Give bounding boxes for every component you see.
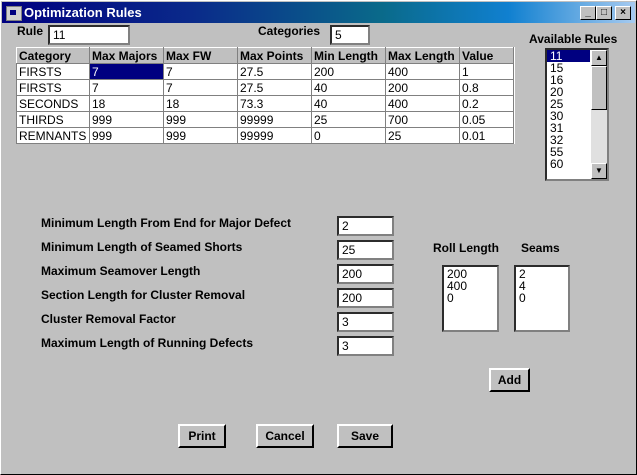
grid-column-header: Max FW: [163, 47, 238, 64]
setting-input[interactable]: 3: [337, 312, 394, 332]
grid-cell[interactable]: 99999: [237, 111, 312, 128]
setting-label: Maximum Length of Running Defects: [41, 336, 254, 350]
categories-label: Categories: [258, 24, 321, 38]
grid-column-header: Category: [16, 47, 90, 64]
grid-cell[interactable]: 99999: [237, 127, 312, 144]
grid-column-header: Value: [459, 47, 514, 64]
optimization-rules-window: Optimization Rules _ □ × Rule 11 Categor…: [0, 0, 637, 475]
grid-cell[interactable]: 27.5: [237, 63, 312, 80]
grid-cell[interactable]: 73.3: [237, 95, 312, 112]
grid-cell[interactable]: 25: [311, 111, 386, 128]
available-rules-list[interactable]: 11 15 16 20 25 30 31 32 55 60 ▲ ▼: [545, 48, 609, 181]
setting-input[interactable]: 200: [337, 288, 394, 308]
grid-cell[interactable]: THIRDS: [16, 111, 90, 128]
categories-input[interactable]: 5: [330, 25, 370, 45]
grid-cell[interactable]: 7: [163, 79, 238, 96]
grid-cell[interactable]: 0: [311, 127, 386, 144]
grid-cell[interactable]: 0.05: [459, 111, 514, 128]
maximize-button[interactable]: □: [596, 6, 612, 20]
seams-list[interactable]: 240: [514, 265, 570, 332]
app-icon[interactable]: [6, 6, 22, 21]
scroll-down-icon[interactable]: ▼: [591, 163, 607, 179]
setting-label: Maximum Seamover Length: [41, 264, 201, 278]
grid-cell[interactable]: 40: [311, 95, 386, 112]
title-bar[interactable]: Optimization Rules _ □ ×: [2, 2, 635, 23]
grid-cell[interactable]: 7: [89, 63, 164, 80]
add-button[interactable]: Add: [489, 368, 530, 392]
grid-cell[interactable]: 18: [163, 95, 238, 112]
available-rules-label: Available Rules: [529, 32, 618, 46]
setting-label: Minimum Length From End for Major Defect: [41, 216, 292, 230]
grid-column-header: Min Length: [311, 47, 386, 64]
seams-list-item[interactable]: 0: [516, 292, 568, 304]
grid-cell[interactable]: 0.2: [459, 95, 514, 112]
grid-cell[interactable]: 400: [385, 63, 460, 80]
scroll-up-icon[interactable]: ▲: [591, 50, 607, 66]
grid-column-header: Max Points: [237, 47, 312, 64]
rule-input[interactable]: 11: [48, 25, 130, 45]
setting-input[interactable]: 200: [337, 264, 394, 284]
grid-column-header: Max Length: [385, 47, 460, 64]
grid-cell[interactable]: 999: [89, 111, 164, 128]
grid-cell[interactable]: 999: [163, 127, 238, 144]
setting-input[interactable]: 25: [337, 240, 394, 260]
rule-label: Rule: [17, 24, 44, 38]
grid-cell[interactable]: 7: [89, 79, 164, 96]
grid-cell[interactable]: 7: [163, 63, 238, 80]
roll-length-list[interactable]: 200 400 0: [442, 265, 499, 332]
grid-cell[interactable]: 25: [385, 127, 460, 144]
grid-cell[interactable]: 27.5: [237, 79, 312, 96]
roll-length-list-item[interactable]: 0: [444, 292, 497, 304]
seams-label: Seams: [521, 241, 560, 255]
grid-row[interactable]: FIRSTS 7 7 27.5 40 200 0.8: [16, 79, 514, 96]
window-title: Optimization Rules: [24, 5, 142, 20]
grid-cell[interactable]: 200: [385, 79, 460, 96]
grid-cell[interactable]: 700: [385, 111, 460, 128]
grid-row[interactable]: THIRDS 999 999 99999 25 700 0.05: [16, 111, 514, 128]
setting-label: Minimum Length of Seamed Shorts: [41, 240, 243, 254]
scroll-thumb[interactable]: [591, 66, 607, 110]
grid-row[interactable]: FIRSTS 7 7 27.5 200 400 1: [16, 63, 514, 80]
grid-cell[interactable]: FIRSTS: [16, 79, 90, 96]
grid-cell[interactable]: 1: [459, 63, 514, 80]
rule-list-item[interactable]: 60: [547, 158, 590, 170]
grid-cell[interactable]: 40: [311, 79, 386, 96]
grid-cell[interactable]: 400: [385, 95, 460, 112]
available-rules-scrollbar[interactable]: ▲ ▼: [591, 50, 607, 179]
grid-row[interactable]: REMNANTS 999 999 99999 0 25 0.01: [16, 127, 514, 144]
grid-cell[interactable]: REMNANTS: [16, 127, 90, 144]
grid-cell[interactable]: 999: [89, 127, 164, 144]
grid-cell[interactable]: FIRSTS: [16, 63, 90, 80]
grid-column-header: Max Majors: [89, 47, 164, 64]
setting-label: Cluster Removal Factor: [41, 312, 176, 326]
setting-input[interactable]: 2: [337, 216, 394, 236]
setting-label: Section Length for Cluster Removal: [41, 288, 246, 302]
grid-cell[interactable]: 18: [89, 95, 164, 112]
print-button[interactable]: Print: [178, 424, 226, 448]
cancel-button[interactable]: Cancel: [256, 424, 314, 448]
grid-row[interactable]: SECONDS 18 18 73.3 40 400 0.2: [16, 95, 514, 112]
grid-cell[interactable]: SECONDS: [16, 95, 90, 112]
rules-grid[interactable]: Category Max Majors Max FW Max Points Min Le…: [16, 47, 515, 144]
grid-cell[interactable]: 200: [311, 63, 386, 80]
roll-length-label: Roll Length: [433, 241, 499, 255]
save-button[interactable]: Save: [337, 424, 393, 448]
grid-cell[interactable]: 0.8: [459, 79, 514, 96]
grid-cell[interactable]: 999: [163, 111, 238, 128]
grid-cell[interactable]: 0.01: [459, 127, 514, 144]
setting-input[interactable]: 3: [337, 336, 394, 356]
minimize-button[interactable]: _: [580, 6, 596, 20]
close-button[interactable]: ×: [615, 6, 631, 20]
